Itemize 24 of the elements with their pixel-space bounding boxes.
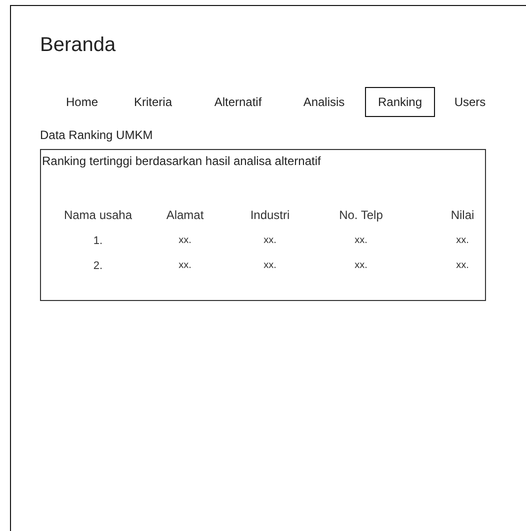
page-title: Beranda bbox=[40, 34, 117, 57]
table-cell: xx. bbox=[456, 235, 469, 247]
table-cell: xx. bbox=[354, 260, 368, 272]
nav-tab[interactable]: Alternatif bbox=[201, 87, 275, 117]
column-header: Nilai bbox=[450, 208, 474, 222]
nav-tab[interactable]: Users bbox=[441, 87, 499, 117]
table-cell: xx. bbox=[264, 235, 276, 247]
section-title: Data Ranking UMKM bbox=[40, 128, 154, 142]
panel-subtitle: Ranking tertinggi berdasarkan hasil analisa alternatif bbox=[42, 154, 322, 168]
table-cell: xx. bbox=[456, 260, 469, 272]
nav-tab[interactable]: Kriteria bbox=[120, 87, 185, 117]
table-cell: 1. bbox=[93, 235, 103, 247]
table-cell: xx. bbox=[354, 235, 368, 247]
nav-tab[interactable]: Ranking bbox=[364, 87, 436, 117]
column-header: No. Telp bbox=[339, 208, 383, 222]
table-cell: 2. bbox=[93, 260, 103, 272]
nav-tab[interactable]: Analisis bbox=[290, 87, 358, 117]
table-cell: xx. bbox=[264, 260, 276, 272]
column-header: Industri bbox=[250, 208, 290, 222]
table-cell: xx. bbox=[178, 235, 192, 247]
column-header: Nama usaha bbox=[64, 208, 132, 222]
nav-tab[interactable]: Home bbox=[52, 87, 111, 117]
table-cell: xx. bbox=[178, 260, 192, 272]
column-header: Alamat bbox=[166, 208, 204, 222]
